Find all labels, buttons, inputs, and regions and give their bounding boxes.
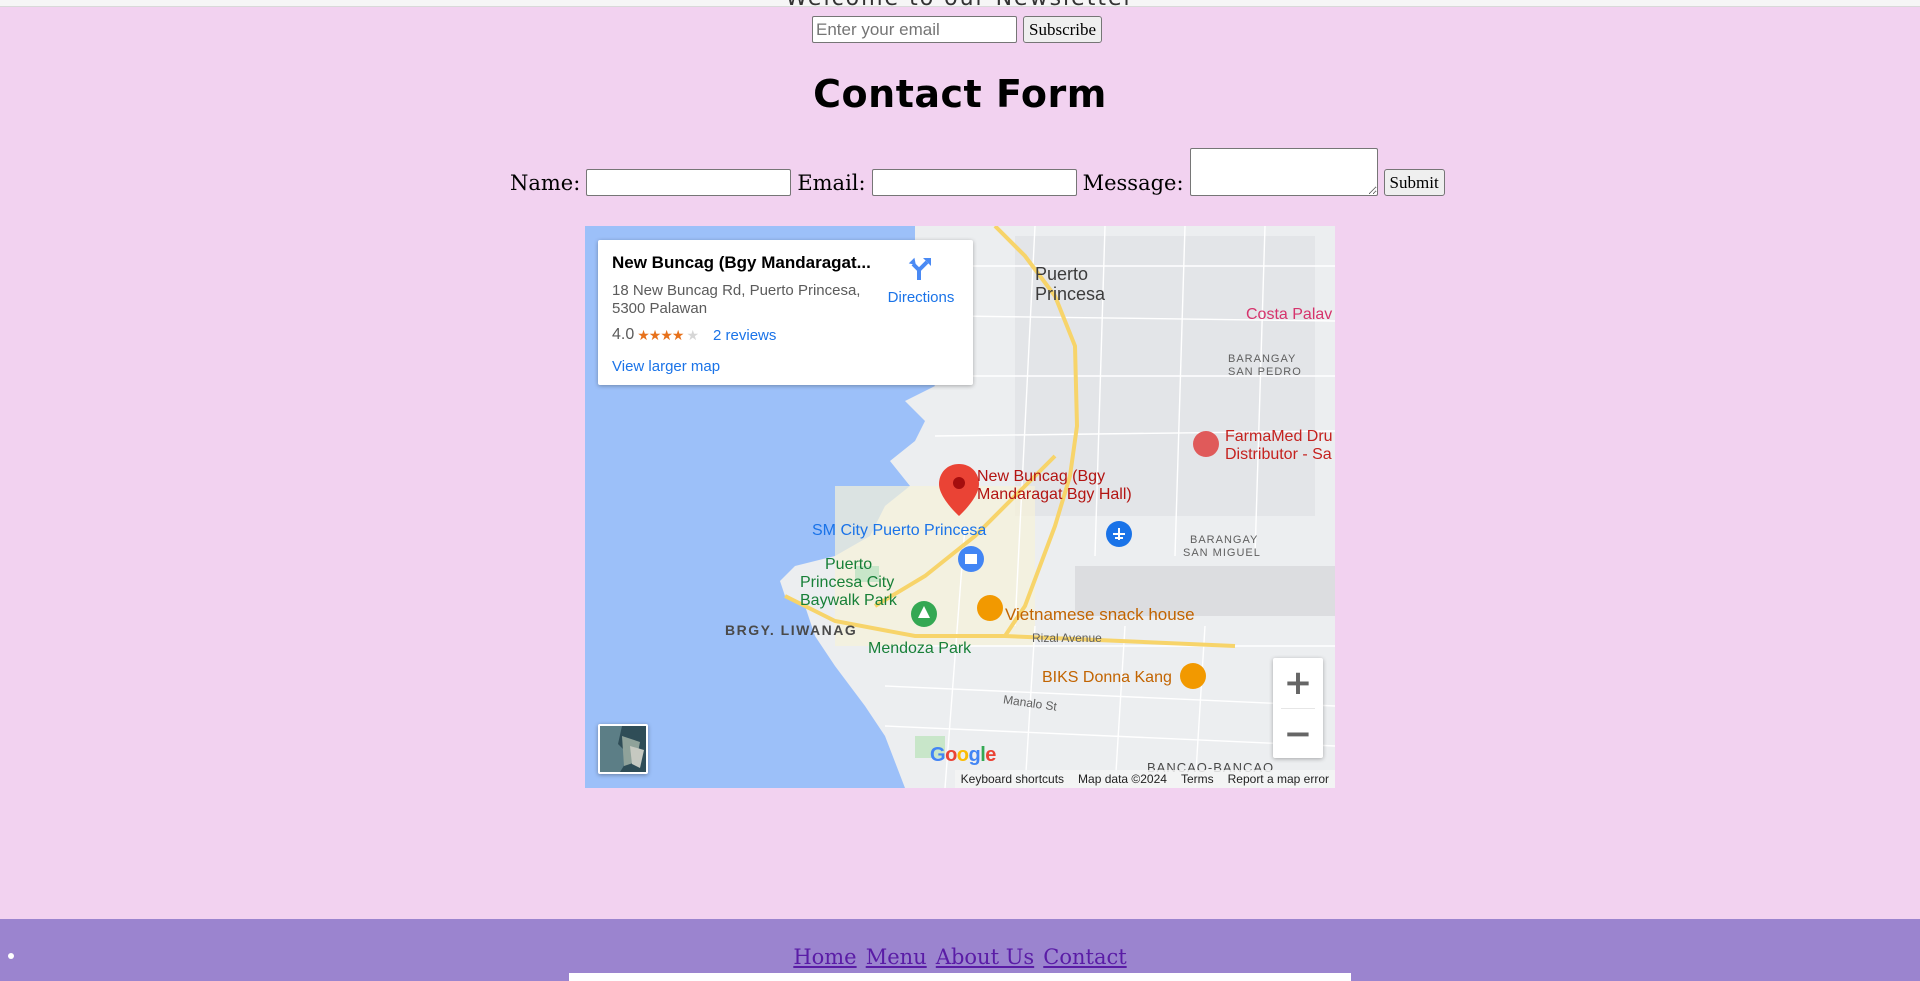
footer-link-contact[interactable]: Contact <box>1043 945 1126 969</box>
reviews-link[interactable]: 2 reviews <box>713 327 776 344</box>
zoom-out-button[interactable]: − <box>1273 709 1323 759</box>
place-title: New Buncag (Bgy Mandaragat... <box>612 253 871 272</box>
message-label: Message: <box>1082 171 1184 195</box>
map-label-vietnamese: Vietnamese snack house <box>1005 605 1195 624</box>
footer: Home Menu About Us Contact <box>0 919 1920 981</box>
keyboard-shortcuts-link[interactable]: Keyboard shortcuts <box>961 772 1064 786</box>
name-label: Name: <box>510 171 581 195</box>
map-label-brgy-liwanag: BRGY. LIWANAG <box>725 622 858 638</box>
map-label-farmamed-1: FarmaMed Dru <box>1225 428 1333 445</box>
subscribe-button[interactable]: Subscribe <box>1023 16 1103 43</box>
newsletter-email-input[interactable] <box>812 16 1017 43</box>
view-larger-map-link[interactable]: View larger map <box>612 358 720 375</box>
map-info-card: New Buncag (Bgy Mandaragat... 18 New Bun… <box>598 240 973 385</box>
newsletter-form: Subscribe <box>812 16 1103 43</box>
footer-link-home[interactable]: Home <box>793 945 856 969</box>
contact-form: Name: Email: Message: Submit <box>510 148 1445 198</box>
map-label-baywalk-3: Baywalk Park <box>800 592 897 609</box>
rating-star-empty-icon: ★ <box>686 326 699 343</box>
map-label-sm-city: SM City Puerto Princesa <box>812 522 987 539</box>
terms-link[interactable]: Terms <box>1181 772 1214 786</box>
footer-nav: Home Menu About Us Contact <box>0 945 1920 969</box>
map-label-puerto-princesa-1: Puerto <box>1035 264 1089 284</box>
map-label-mendoza-park: Mendoza Park <box>868 640 972 657</box>
map-attribution: Keyboard shortcuts Map data ©2024 Terms … <box>954 770 1335 788</box>
message-field[interactable] <box>1189 148 1378 196</box>
directions-icon <box>908 257 931 280</box>
place-rating: 4.0 ★★★★ ★ 2 reviews <box>612 326 776 344</box>
report-error-link[interactable]: Report a map error <box>1228 772 1329 786</box>
satellite-layer-toggle[interactable] <box>598 724 648 774</box>
embedded-map[interactable]: Puerto Princesa Costa Palav BARANGAY SAN… <box>585 226 1335 788</box>
map-label-costa-palawan: Costa Palav <box>1246 306 1333 323</box>
footer-link-menu[interactable]: Menu <box>866 945 927 969</box>
map-pin-label-1: New Buncag (Bgy <box>977 468 1106 485</box>
rating-value: 4.0 <box>612 326 635 343</box>
map-label-puerto-princesa-2: Princesa <box>1035 284 1106 304</box>
map-label-barangay-san-pedro-2: SAN PEDRO <box>1228 366 1302 378</box>
map-label-barangay-san-pedro-1: BARANGAY <box>1228 353 1297 365</box>
directions-button[interactable]: Directions <box>881 254 961 306</box>
place-address: 18 New Buncag Rd, Puerto Princesa, 5300 … <box>612 282 862 318</box>
place-address-line2: 5300 Palawan <box>612 300 708 317</box>
directions-label: Directions <box>887 289 955 306</box>
footer-link-about-us[interactable]: About Us <box>936 945 1034 969</box>
email-label: Email: <box>797 171 866 195</box>
zoom-controls: + − <box>1273 658 1323 758</box>
map-label-biks: BIKS Donna Kang <box>1042 669 1172 686</box>
newsletter-heading: Welcome to our Newsletter <box>0 0 1920 8</box>
submit-button[interactable]: Submit <box>1383 169 1445 196</box>
rating-stars-icon: ★★★★ <box>637 326 684 343</box>
map-label-baywalk-1: Puerto <box>825 556 873 573</box>
email-field[interactable] <box>871 169 1077 196</box>
name-field[interactable] <box>586 169 792 196</box>
zoom-in-button[interactable]: + <box>1273 658 1323 708</box>
map-label-farmamed-2: Distributor - Sa <box>1225 446 1332 463</box>
map-label-baywalk-2: Princesa City <box>800 574 895 591</box>
satellite-thumbnail-icon <box>600 726 646 772</box>
map-label-rizal-avenue: Rizal Avenue <box>1032 631 1102 645</box>
map-label-barangay-san-miguel-2: SAN MIGUEL <box>1183 547 1261 559</box>
place-address-line1: 18 New Buncag Rd, Puerto Princesa, <box>612 282 861 299</box>
contact-form-title: Contact Form <box>813 72 1107 116</box>
map-pin-label-2: Mandaragat Bgy Hall) <box>977 486 1132 503</box>
map-label-barangay-san-miguel-1: BARANGAY <box>1190 534 1259 546</box>
footer-bar <box>569 973 1351 981</box>
map-data-text: Map data ©2024 <box>1078 772 1167 786</box>
google-logo: Google <box>930 744 996 766</box>
